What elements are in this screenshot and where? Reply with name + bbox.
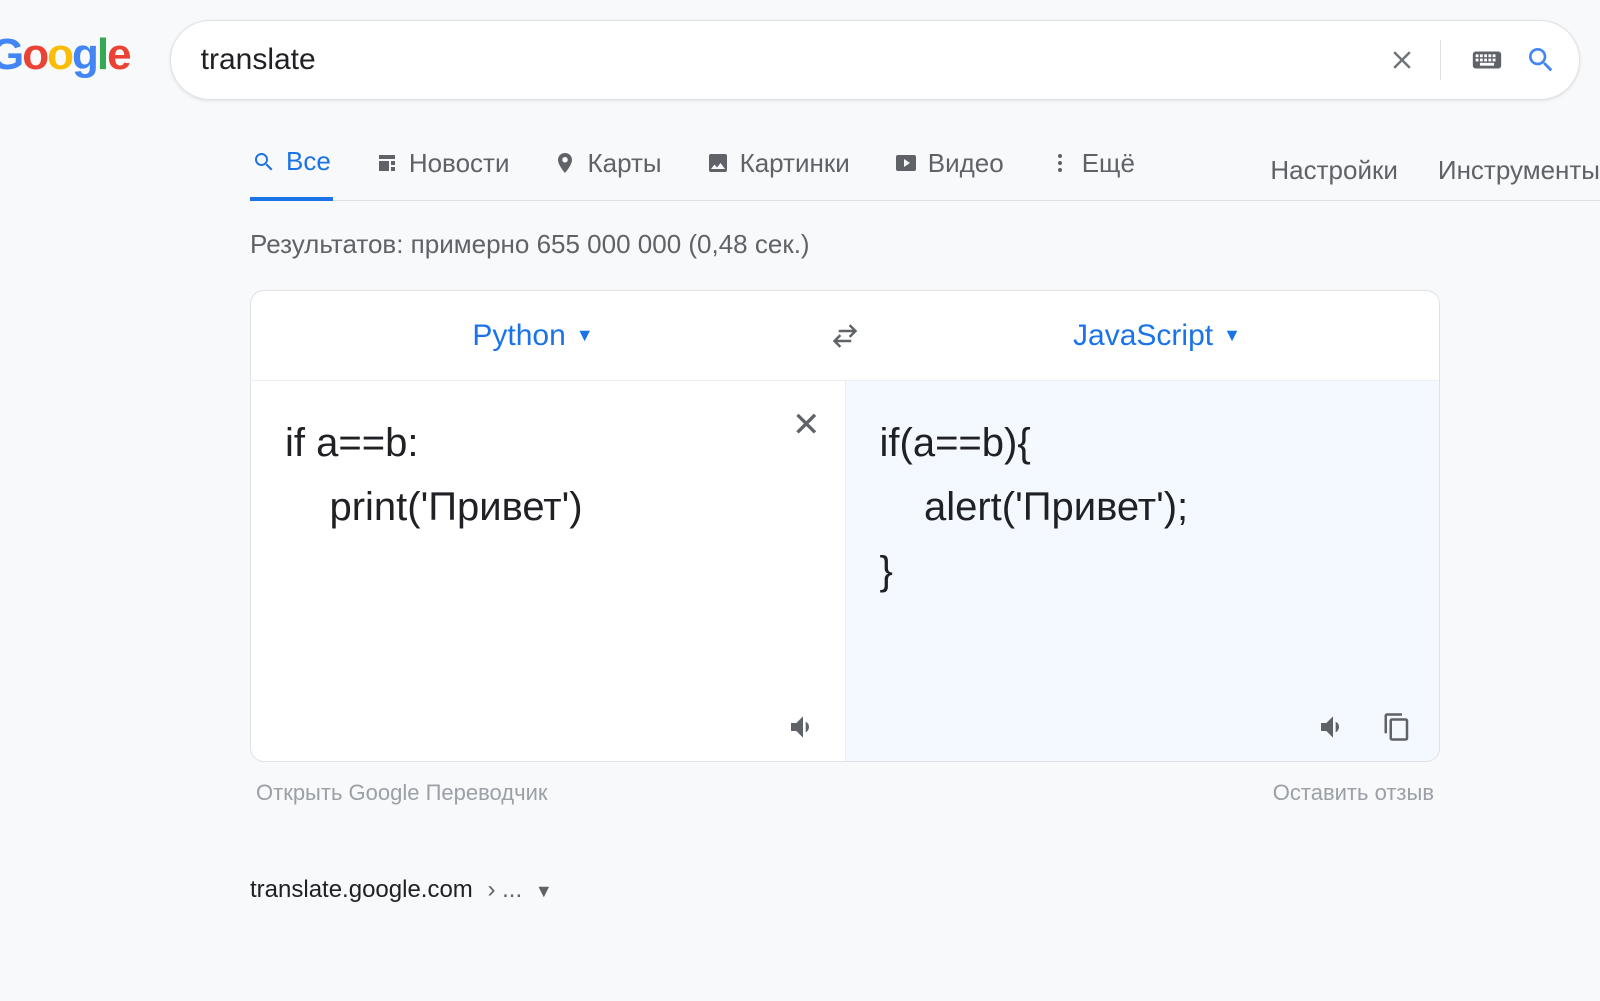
result-domain: translate.google.com (250, 876, 473, 903)
tab-video[interactable]: Видео (892, 142, 1006, 199)
tab-images-label: Картинки (740, 148, 850, 179)
clear-source-icon[interactable]: ✕ (792, 405, 821, 445)
result-url[interactable]: translate.google.com › ... ▼ (250, 806, 1600, 904)
tab-images[interactable]: Картинки (704, 142, 852, 199)
tab-more[interactable]: Ещё (1046, 142, 1137, 199)
divider (1440, 40, 1441, 80)
google-logo[interactable]: Google (0, 30, 130, 80)
search-icon[interactable] (1523, 42, 1559, 78)
keyboard-icon[interactable] (1469, 42, 1505, 78)
tab-maps-label: Карты (587, 148, 661, 179)
tab-all-label: Все (286, 146, 331, 177)
search-input[interactable] (201, 43, 1366, 77)
tab-more-label: Ещё (1082, 148, 1135, 179)
tab-news-label: Новости (409, 148, 510, 179)
source-language-select[interactable]: Python ▼ (251, 319, 815, 353)
copy-target-icon[interactable] (1379, 709, 1415, 745)
search-tabs: Все Новости Карты Картинки Видео Ещё Нас… (250, 100, 1600, 201)
caret-down-icon: ▼ (576, 325, 594, 346)
translate-card: Python ▼ JavaScript ▼ if a==b: print('Пр… (250, 290, 1440, 762)
settings-link[interactable]: Настройки (1270, 155, 1398, 186)
tab-news[interactable]: Новости (373, 142, 512, 199)
source-pane[interactable]: if a==b: print('Привет') ✕ (251, 381, 845, 761)
result-crumb: › ... (487, 876, 522, 903)
feedback-link[interactable]: Оставить отзыв (1273, 780, 1434, 806)
source-language-label: Python (472, 319, 565, 353)
clear-icon[interactable] (1384, 42, 1420, 78)
target-pane: if(a==b){ alert('Привет'); } (845, 381, 1440, 761)
target-language-label: JavaScript (1073, 319, 1213, 353)
target-text: if(a==b){ alert('Привет'); } (880, 411, 1406, 603)
listen-source-icon[interactable] (785, 709, 821, 745)
source-text: if a==b: print('Привет') (285, 411, 811, 539)
tab-video-label: Видео (928, 148, 1004, 179)
open-translate-link[interactable]: Открыть Google Переводчик (256, 780, 548, 806)
tools-link[interactable]: Инструменты (1438, 155, 1600, 186)
swap-languages-button[interactable] (815, 321, 875, 351)
listen-target-icon[interactable] (1315, 709, 1351, 745)
tab-maps[interactable]: Карты (551, 142, 663, 199)
target-language-select[interactable]: JavaScript ▼ (875, 319, 1439, 353)
result-stats: Результатов: примерно 655 000 000 (0,48 … (250, 201, 1600, 290)
search-bar (170, 20, 1580, 100)
caret-down-icon[interactable]: ▼ (535, 881, 553, 901)
caret-down-icon: ▼ (1223, 325, 1241, 346)
tab-all[interactable]: Все (250, 140, 333, 201)
